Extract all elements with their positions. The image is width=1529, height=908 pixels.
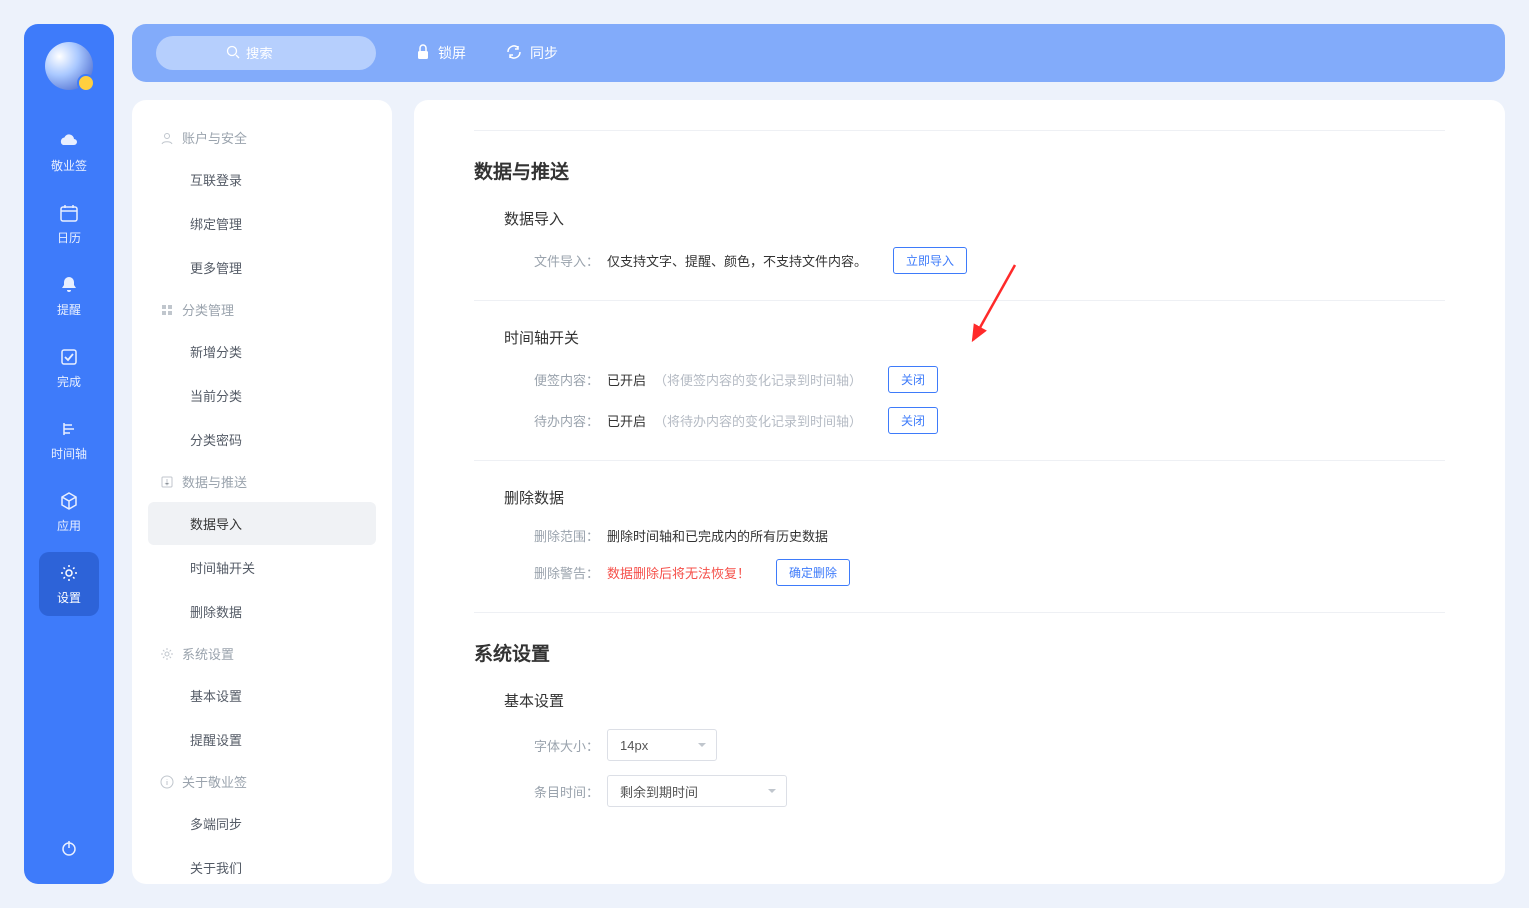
tl-note-close[interactable]: 关闭: [888, 366, 938, 393]
grid-icon: [160, 303, 174, 317]
group-about: 关于敬业签: [142, 762, 382, 801]
bell-icon: [58, 274, 80, 296]
user-icon: [160, 131, 174, 145]
nav-notes[interactable]: 敬业签: [39, 120, 99, 184]
sn-item-sso[interactable]: 互联登录: [148, 158, 376, 201]
sn-item-curcat[interactable]: 当前分类: [148, 374, 376, 417]
del-scope-label: 删除范围：: [534, 526, 599, 545]
nav-label: 敬业签: [51, 157, 87, 174]
sn-item-deldata[interactable]: 删除数据: [148, 590, 376, 633]
nav-settings[interactable]: 设置: [39, 552, 99, 616]
avatar[interactable]: [45, 42, 93, 90]
tl-todo-close[interactable]: 关闭: [888, 407, 938, 434]
tl-note-label: 便签内容：: [534, 370, 599, 389]
nav-label: 提醒: [57, 301, 81, 318]
lock-button[interactable]: 锁屏: [416, 43, 466, 63]
group-category: 分类管理: [142, 290, 382, 329]
import-desc: 仅支持文字、提醒、颜色，不支持文件内容。: [607, 251, 867, 270]
sn-item-import[interactable]: 数据导入: [148, 502, 376, 545]
nav-label: 设置: [57, 589, 81, 606]
settings-sidebar: 账户与安全 互联登录 绑定管理 更多管理 分类管理 新增分类 当前分类 分类密码…: [132, 100, 392, 884]
sync-icon: [506, 44, 522, 63]
import-label: 文件导入：: [534, 251, 599, 270]
time-select[interactable]: 剩余到期时间: [607, 775, 787, 807]
tl-todo-hint: （将待办内容的变化记录到时间轴）: [654, 411, 862, 430]
import-title: 数据导入: [504, 208, 1445, 229]
import-button[interactable]: 立即导入: [893, 247, 967, 274]
sn-item-remindset[interactable]: 提醒设置: [148, 718, 376, 761]
gear-icon: [160, 647, 174, 661]
time-row: 条目时间： 剩余到期时间: [534, 775, 1445, 807]
delete-title: 删除数据: [504, 487, 1445, 508]
del-warn-label: 删除警告：: [534, 563, 599, 582]
nav-calendar[interactable]: 日历: [39, 192, 99, 256]
sn-item-aboutus[interactable]: 关于我们: [148, 846, 376, 884]
del-scope-val: 删除时间轴和已完成内的所有历史数据: [607, 526, 828, 545]
tl-note-val: 已开启: [607, 370, 646, 389]
basic-title: 基本设置: [504, 690, 1445, 711]
sn-item-tlswitch[interactable]: 时间轴开关: [148, 546, 376, 589]
tl-note-hint: （将便签内容的变化记录到时间轴）: [654, 370, 862, 389]
lock-label: 锁屏: [438, 43, 466, 63]
font-select[interactable]: 14px: [607, 729, 717, 761]
sn-item-catpwd[interactable]: 分类密码: [148, 418, 376, 461]
timeline-icon: [58, 418, 80, 440]
check-icon: [58, 346, 80, 368]
sync-label: 同步: [530, 43, 558, 63]
nav-label: 日历: [57, 229, 81, 246]
search-input[interactable]: [246, 46, 306, 61]
sn-item-newcat[interactable]: 新增分类: [148, 330, 376, 373]
info-icon: [160, 775, 174, 789]
power-button[interactable]: [51, 830, 87, 866]
timeline-row-note: 便签内容： 已开启 （将便签内容的变化记录到时间轴） 关闭: [534, 366, 1445, 393]
tl-todo-label: 待办内容：: [534, 411, 599, 430]
lock-icon: [416, 44, 430, 63]
del-warn-text: 数据删除后将无法恢复！: [607, 563, 750, 582]
group-system: 系统设置: [142, 634, 382, 673]
search-box[interactable]: [156, 36, 376, 70]
main-panel: 数据与推送 数据导入 文件导入： 仅支持文字、提醒、颜色，不支持文件内容。 立即…: [414, 100, 1505, 884]
group-data: 数据与推送: [142, 462, 382, 501]
search-icon: [226, 45, 240, 62]
export-icon: [160, 475, 174, 489]
font-row: 字体大小： 14px: [534, 729, 1445, 761]
cube-icon: [58, 490, 80, 512]
sync-button[interactable]: 同步: [506, 43, 558, 63]
section-title-data: 数据与推送: [474, 157, 1445, 184]
delete-warn-row: 删除警告： 数据删除后将无法恢复！ 确定删除: [534, 559, 1445, 586]
sn-item-basic[interactable]: 基本设置: [148, 674, 376, 717]
left-sidebar: 敬业签 日历 提醒 完成 时间轴: [24, 24, 114, 884]
nav-label: 应用: [57, 517, 81, 534]
delete-confirm-button[interactable]: 确定删除: [776, 559, 850, 586]
time-label: 条目时间：: [534, 782, 599, 801]
import-row: 文件导入： 仅支持文字、提醒、颜色，不支持文件内容。 立即导入: [534, 247, 1445, 274]
cloud-icon: [58, 130, 80, 152]
sn-item-more[interactable]: 更多管理: [148, 246, 376, 289]
font-label: 字体大小：: [534, 736, 599, 755]
delete-scope-row: 删除范围： 删除时间轴和已完成内的所有历史数据: [534, 526, 1445, 545]
gear-icon: [58, 562, 80, 584]
nav-label: 时间轴: [51, 445, 87, 462]
nav-done[interactable]: 完成: [39, 336, 99, 400]
group-account: 账户与安全: [142, 118, 382, 157]
timeline-row-todo: 待办内容： 已开启 （将待办内容的变化记录到时间轴） 关闭: [534, 407, 1445, 434]
tl-todo-val: 已开启: [607, 411, 646, 430]
timeline-title: 时间轴开关: [504, 327, 1445, 348]
nav-remind[interactable]: 提醒: [39, 264, 99, 328]
nav-apps[interactable]: 应用: [39, 480, 99, 544]
calendar-icon: [58, 202, 80, 224]
sn-item-multisync[interactable]: 多端同步: [148, 802, 376, 845]
sn-item-bind[interactable]: 绑定管理: [148, 202, 376, 245]
nav-timeline[interactable]: 时间轴: [39, 408, 99, 472]
topbar: 锁屏 同步: [132, 24, 1505, 82]
section-title-system: 系统设置: [474, 639, 1445, 666]
nav-label: 完成: [57, 373, 81, 390]
